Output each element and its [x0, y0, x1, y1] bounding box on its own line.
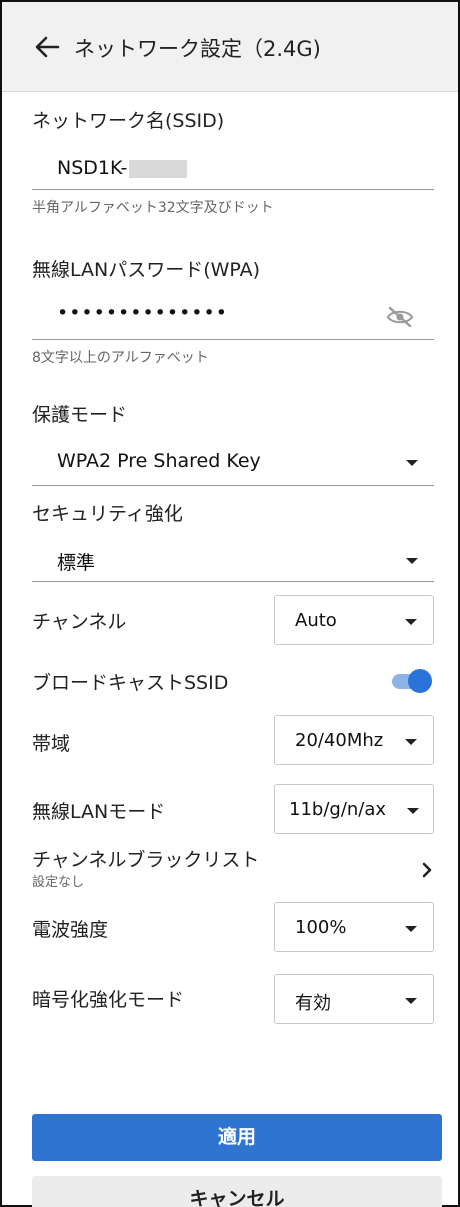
bandwidth-value: 20/40Mhz: [295, 730, 384, 751]
signal-label: 電波強度: [32, 919, 109, 941]
blacklist-row[interactable]: チャンネルブラックリスト 設定なし: [32, 845, 442, 891]
page-title: ネットワーク設定（2.4G): [74, 37, 321, 61]
caret-down-icon: [405, 619, 417, 625]
encryption-value: 有効: [295, 993, 331, 1014]
password-field[interactable]: ••••••••••••••: [57, 302, 228, 324]
caret-down-icon: [405, 998, 417, 1004]
ssid-label: ネットワーク名(SSID): [32, 110, 225, 132]
arrow-left-icon[interactable]: [32, 32, 62, 62]
protection-underline: [32, 485, 434, 486]
blacklist-sub: 設定なし: [32, 875, 85, 890]
toggle-knob: [408, 669, 432, 693]
eye-off-icon[interactable]: [386, 305, 414, 329]
redacted-block: [129, 159, 188, 178]
security-label: セキュリティ強化: [32, 503, 183, 525]
wireless-mode-select[interactable]: 11b/g/n/ax: [274, 784, 434, 834]
channel-label: チャンネル: [32, 611, 127, 633]
password-label: 無線LANパスワード(WPA): [32, 259, 261, 281]
broadcast-toggle[interactable]: [390, 668, 434, 694]
caret-down-icon: [406, 460, 418, 466]
encryption-select[interactable]: 有効: [274, 974, 434, 1024]
broadcast-label: ブロードキャストSSID: [32, 672, 229, 694]
ssid-underline: [32, 189, 434, 190]
caret-down-icon: [405, 926, 417, 932]
screen: ネットワーク設定（2.4G) ネットワーク名(SSID) NSD1K- 半角アル…: [0, 0, 460, 1207]
app-bar: ネットワーク設定（2.4G): [2, 2, 458, 92]
ssid-value: NSD1K-: [57, 157, 128, 179]
ssid-field[interactable]: NSD1K-: [57, 157, 188, 179]
wireless-mode-label: 無線LANモード: [32, 801, 166, 823]
bandwidth-label: 帯域: [32, 733, 71, 755]
apply-button[interactable]: 適用: [32, 1114, 442, 1161]
caret-down-icon: [405, 739, 417, 745]
cancel-button[interactable]: キャンセル: [32, 1176, 442, 1207]
security-select[interactable]: 標準: [32, 540, 434, 584]
protection-value: WPA2 Pre Shared Key: [57, 450, 261, 472]
password-underline: [32, 339, 434, 340]
caret-down-icon: [407, 808, 419, 814]
protection-label: 保護モード: [32, 404, 128, 426]
blacklist-label: チャンネルブラックリスト: [32, 849, 260, 871]
channel-value: Auto: [295, 610, 337, 631]
wireless-mode-value: 11b/g/n/ax: [289, 799, 387, 820]
ssid-hint: 半角アルファベット32文字及びドット: [32, 200, 274, 216]
signal-select[interactable]: 100%: [274, 902, 434, 952]
security-value: 標準: [57, 552, 96, 574]
bandwidth-select[interactable]: 20/40Mhz: [274, 715, 434, 765]
caret-down-icon: [406, 558, 418, 564]
chevron-right-icon[interactable]: [420, 860, 434, 880]
security-underline: [32, 581, 434, 582]
protection-select[interactable]: WPA2 Pre Shared Key: [32, 442, 434, 486]
encryption-label: 暗号化強化モード: [32, 989, 185, 1011]
password-hint: 8文字以上のアルファベット: [32, 350, 209, 366]
signal-value: 100%: [295, 917, 347, 938]
channel-select[interactable]: Auto: [274, 595, 434, 645]
